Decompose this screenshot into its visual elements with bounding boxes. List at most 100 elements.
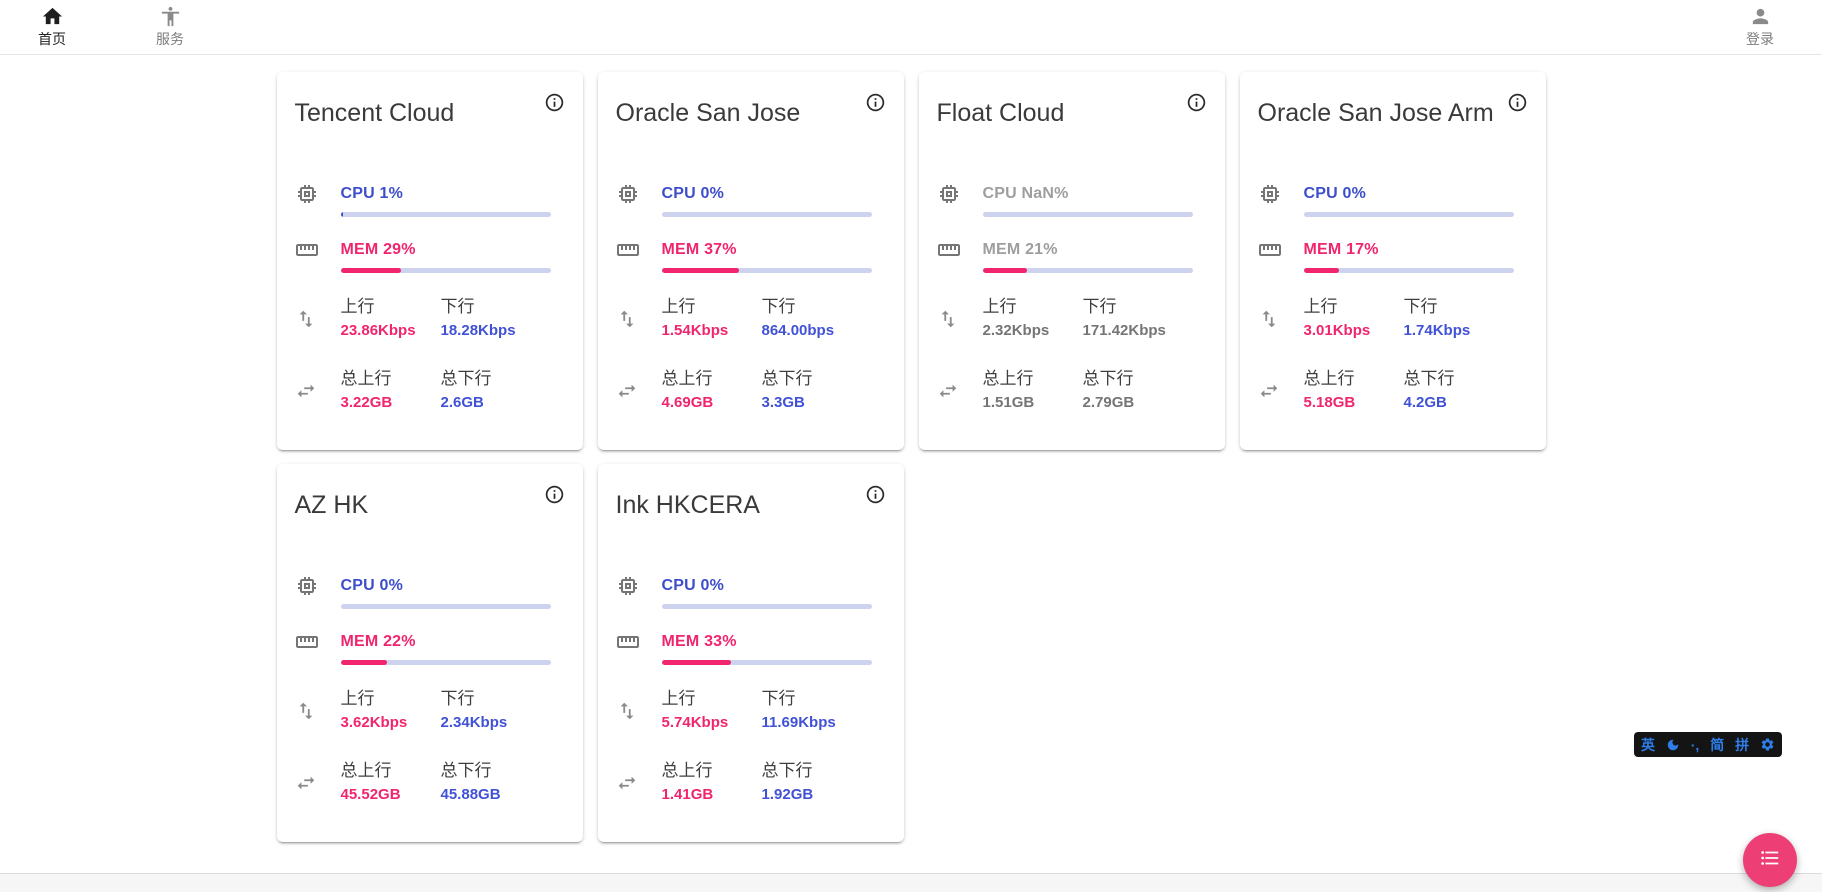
total-download-label: 总下行	[762, 760, 862, 782]
upload-speed-label: 上行	[341, 296, 441, 318]
card-stats: CPU 1% MEM 29%	[295, 184, 565, 413]
card-stats: CPU NaN% MEM 21%	[937, 184, 1207, 413]
info-icon[interactable]	[544, 92, 565, 113]
server-card: Oracle San Jose CPU 0%	[598, 72, 904, 450]
up-down-arrows-icon	[616, 308, 640, 330]
total-row: 总上行 45.52GB 总下行 45.88GB	[295, 760, 565, 805]
person-icon	[1749, 5, 1772, 28]
total-download-label: 总下行	[1083, 368, 1183, 390]
upload-speed-value: 5.74Kbps	[662, 713, 762, 733]
cpu-progress-track	[1304, 212, 1514, 217]
ime-english-mode[interactable]: 英	[1641, 738, 1655, 752]
total-download-label: 总下行	[441, 368, 541, 390]
total-upload-value: 1.51GB	[983, 393, 1083, 413]
upload-speed-label: 上行	[662, 688, 762, 710]
mem-progress-track	[341, 660, 551, 665]
server-name: Float Cloud	[937, 98, 1065, 128]
server-name: Tencent Cloud	[295, 98, 455, 128]
cpu-usage-label: CPU 0%	[1304, 184, 1514, 204]
upload-speed-label: 上行	[662, 296, 762, 318]
server-card: Oracle San Jose Arm CPU 0%	[1240, 72, 1546, 450]
ime-toolbar: 英 ·, 简 拼	[1634, 732, 1782, 757]
total-download-label: 总下行	[441, 760, 541, 782]
total-download-label: 总下行	[762, 368, 862, 390]
download-speed-value: 11.69Kbps	[762, 713, 862, 733]
footer-divider	[0, 873, 1822, 892]
upload-speed-value: 3.01Kbps	[1304, 321, 1404, 341]
mem-usage-label: MEM 33%	[662, 632, 872, 652]
cpu-usage-label: CPU 1%	[341, 184, 551, 204]
ime-punctuation-mode[interactable]: ·,	[1691, 738, 1700, 752]
mem-progress-fill	[341, 660, 387, 665]
download-speed-label: 下行	[762, 688, 862, 710]
mem-usage-label: MEM 37%	[662, 240, 872, 260]
swap-arrows-icon	[295, 380, 319, 402]
download-speed-value: 171.42Kbps	[1083, 321, 1183, 341]
info-icon[interactable]	[1186, 92, 1207, 113]
info-icon[interactable]	[544, 484, 565, 505]
total-upload-label: 总上行	[983, 368, 1083, 390]
total-row: 总上行 5.18GB 总下行 4.2GB	[1258, 368, 1528, 413]
gear-icon[interactable]	[1760, 737, 1775, 752]
cpu-chip-icon	[1258, 182, 1282, 206]
cpu-progress-track	[662, 212, 872, 217]
moon-icon[interactable]	[1666, 738, 1680, 752]
info-icon[interactable]	[1507, 92, 1528, 113]
cpu-chip-icon	[616, 574, 640, 598]
mem-usage-label: MEM 29%	[341, 240, 551, 260]
download-speed-label: 下行	[1404, 296, 1504, 318]
mem-progress-track	[662, 268, 872, 273]
nav-item-service[interactable]: 服务	[156, 5, 184, 49]
up-down-arrows-icon	[937, 308, 961, 330]
nav-item-login[interactable]: 登录	[1746, 5, 1774, 49]
total-upload-value: 3.22GB	[341, 393, 441, 413]
cpu-progress-track	[341, 604, 551, 609]
cpu-usage-label: CPU 0%	[662, 576, 872, 596]
mem-row: MEM 29%	[295, 240, 565, 273]
ime-simplified-mode[interactable]: 简	[1710, 738, 1724, 752]
accessibility-icon	[159, 5, 182, 28]
total-upload-label: 总上行	[341, 760, 441, 782]
upload-speed-label: 上行	[341, 688, 441, 710]
cpu-usage-label: CPU 0%	[341, 576, 551, 596]
cpu-progress-track	[662, 604, 872, 609]
page: 首页 服务 登录 Tencent Cloud	[0, 0, 1822, 892]
info-icon[interactable]	[865, 484, 886, 505]
total-download-value: 4.2GB	[1404, 393, 1504, 413]
list-icon	[1759, 847, 1781, 874]
cpu-chip-icon	[295, 182, 319, 206]
cpu-row: CPU NaN%	[937, 184, 1207, 217]
mem-usage-label: MEM 22%	[341, 632, 551, 652]
nav-item-home[interactable]: 首页	[38, 5, 66, 49]
total-download-value: 45.88GB	[441, 785, 541, 805]
total-upload-label: 总上行	[1304, 368, 1404, 390]
total-upload-label: 总上行	[662, 368, 762, 390]
total-upload-value: 45.52GB	[341, 785, 441, 805]
upload-speed-value: 23.86Kbps	[341, 321, 441, 341]
server-list-fab[interactable]	[1743, 833, 1797, 887]
upload-speed-label: 上行	[983, 296, 1083, 318]
server-card: AZ HK CPU 0%	[277, 464, 583, 842]
mem-progress-track	[1304, 268, 1514, 273]
cpu-chip-icon	[937, 182, 961, 206]
mem-usage-label: MEM 17%	[1304, 240, 1514, 260]
speed-row: 上行 3.62Kbps 下行 2.34Kbps	[295, 688, 565, 733]
mem-row: MEM 22%	[295, 632, 565, 665]
total-upload-value: 4.69GB	[662, 393, 762, 413]
ime-pinyin-mode[interactable]: 拼	[1735, 738, 1749, 752]
cpu-progress-fill	[341, 212, 343, 217]
server-name: Oracle San Jose Arm	[1258, 98, 1494, 128]
card-stats: CPU 0% MEM 22%	[295, 576, 565, 805]
download-speed-value: 2.34Kbps	[441, 713, 541, 733]
ruler-icon	[616, 238, 640, 262]
server-card: Ink HKCERA CPU 0%	[598, 464, 904, 842]
nav-item-home-label: 首页	[38, 29, 66, 49]
download-speed-label: 下行	[1083, 296, 1183, 318]
cpu-row: CPU 0%	[1258, 184, 1528, 217]
swap-arrows-icon	[616, 380, 640, 402]
ruler-icon	[616, 630, 640, 654]
total-upload-label: 总上行	[341, 368, 441, 390]
info-icon[interactable]	[865, 92, 886, 113]
card-header: Float Cloud	[937, 98, 1207, 128]
cpu-progress-track	[341, 212, 551, 217]
